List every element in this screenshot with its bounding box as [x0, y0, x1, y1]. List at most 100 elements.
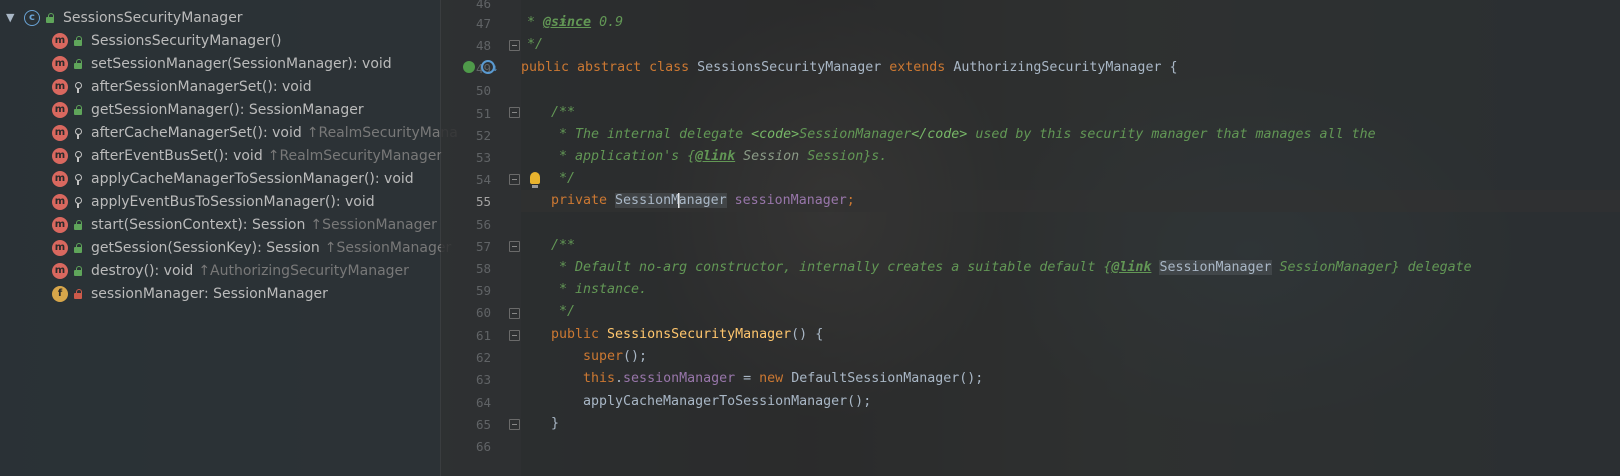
semicolon: ;: [846, 193, 855, 208]
fold-marker[interactable]: [509, 107, 520, 118]
member-signature: getSession(SessionKey): Session: [91, 239, 320, 256]
doc-comment: * The internal delegate: [551, 127, 752, 142]
method-icon: m: [52, 193, 68, 210]
keyword: this: [583, 371, 616, 386]
doc-comment: *: [527, 15, 544, 30]
code-line-59[interactable]: * instance.: [521, 279, 647, 301]
inherited-from-label: ↑AuthorizingSecurityManager: [198, 262, 409, 279]
code-line-48[interactable]: */: [521, 34, 543, 56]
superclass-name: AuthorizingSecurityManager {: [953, 60, 1178, 75]
code-punctuation: () {: [791, 327, 824, 342]
doc-comment: */: [551, 171, 576, 186]
public-icon: [73, 35, 83, 46]
type-name: anager: [678, 193, 727, 208]
structure-root-item[interactable]: ▼ c SessionsSecurityManager: [6, 6, 243, 29]
code-line-57[interactable]: /**: [521, 235, 575, 257]
code-line-55[interactable]: private SessionManager sessionManager;: [521, 190, 855, 212]
fold-marker[interactable]: [509, 308, 520, 319]
keyword: public: [551, 327, 608, 342]
implemented-method-icon[interactable]: [463, 61, 475, 73]
protected-key-icon: [73, 81, 83, 93]
navigate-down-icon[interactable]: ↓: [492, 63, 498, 74]
fold-marker[interactable]: [509, 330, 520, 341]
member-signature: applyCacheManagerToSessionManager(): voi…: [91, 170, 414, 187]
collapse-arrow-icon[interactable]: ▼: [6, 11, 20, 24]
line-number: 54: [475, 172, 491, 187]
method-icon: m: [52, 170, 68, 187]
code-line-49[interactable]: public abstract class SessionsSecurityMa…: [521, 57, 1177, 79]
protected-key-icon: [73, 173, 83, 185]
structure-root-label: SessionsSecurityManager: [63, 9, 243, 26]
method-call: applyCacheManagerToSessionManager();: [583, 394, 872, 409]
member-signature: start(SessionContext): Session: [91, 216, 306, 233]
fold-marker[interactable]: [509, 241, 520, 252]
public-icon: [73, 242, 83, 253]
doc-comment: Session}s.: [807, 149, 888, 164]
method-icon: m: [52, 124, 68, 141]
code-line-60[interactable]: */: [521, 301, 575, 323]
doc-link-tag: @link: [1111, 260, 1152, 275]
doc-link-tag: @link: [695, 149, 736, 164]
structure-member-item[interactable]: m getSession(SessionKey): Session ↑Session…: [52, 236, 451, 259]
fold-marker[interactable]: [509, 419, 520, 430]
line-number: 55: [475, 194, 491, 209]
line-number: 52: [475, 128, 491, 143]
member-signature: setSessionManager(SessionManager): void: [91, 55, 392, 72]
line-number: 65: [475, 417, 491, 432]
line-number: 48: [475, 38, 491, 53]
keyword: super: [583, 349, 624, 364]
structure-member-item[interactable]: m destroy(): void ↑AuthorizingSecurityMana…: [52, 259, 409, 282]
line-number: 64: [475, 395, 491, 410]
structure-member-item[interactable]: m applyEventBusToSessionManager(): void: [52, 190, 375, 213]
line-number: 46: [475, 0, 491, 11]
line-number: 58: [475, 261, 491, 276]
line-number: 53: [475, 150, 491, 165]
code-line-53[interactable]: * application's {@link Session Session}s…: [521, 146, 887, 168]
code-line-52[interactable]: * The internal delegate <code>SessionMan…: [521, 124, 1376, 146]
doc-comment: SessionManager: [799, 127, 912, 142]
code-line-54[interactable]: */: [521, 168, 575, 190]
code-line-62[interactable]: super();: [521, 346, 647, 368]
inherited-from-label: ↑SessionManager: [310, 216, 437, 233]
structure-member-item[interactable]: m start(SessionContext): Session ↑SessionM…: [52, 213, 437, 236]
fold-marker[interactable]: [509, 40, 520, 51]
doc-comment: */: [527, 37, 544, 52]
structure-member-item[interactable]: m afterCacheManagerSet(): void ↑RealmSecur…: [52, 121, 458, 144]
type-name: SessionM: [615, 193, 680, 208]
member-signature: getSessionManager(): SessionManager: [91, 101, 364, 118]
structure-member-item[interactable]: m afterEventBusSet(): void ↑RealmSecurityM…: [52, 144, 442, 167]
public-icon: [73, 58, 83, 69]
doc-html-tag: <code>: [751, 127, 800, 142]
code-line-65[interactable]: }: [521, 413, 559, 435]
structure-member-item[interactable]: f sessionManager: SessionManager: [52, 282, 328, 305]
member-signature: afterEventBusSet(): void: [91, 147, 263, 164]
code-line-51[interactable]: /**: [521, 102, 575, 124]
fold-marker[interactable]: [509, 174, 520, 185]
public-icon: [73, 265, 83, 276]
code-line-64[interactable]: applyCacheManagerToSessionManager();: [521, 391, 871, 413]
structure-panel: ▼ c SessionsSecurityManager m SessionsSec…: [0, 0, 458, 476]
structure-member-item[interactable]: m SessionsSecurityManager(): [52, 29, 282, 52]
code-line-58[interactable]: * Default no-arg constructor, internally…: [521, 257, 1472, 279]
doc-comment: */: [551, 304, 576, 319]
code-punctuation: =: [735, 371, 760, 386]
code-expression: DefaultSessionManager();: [791, 371, 984, 386]
structure-member-item[interactable]: m applyCacheManagerToSessionManager(): vo…: [52, 167, 414, 190]
keyword: public abstract class: [521, 60, 698, 75]
code-line-61[interactable]: public SessionsSecurityManager() {: [521, 324, 823, 346]
code-line-47[interactable]: * @since 0.9: [521, 12, 623, 34]
code-editor[interactable]: 46 47 48 49 50 51 52 53 54 55 56 57 58 59 60 61 62 63 64 65…: [441, 0, 1620, 476]
method-icon: m: [52, 55, 68, 72]
code-line-63[interactable]: this.sessionManager = new DefaultSession…: [521, 368, 983, 390]
method-icon: m: [52, 216, 68, 233]
field-name: sessionManager: [623, 371, 736, 386]
structure-member-item[interactable]: m getSessionManager(): SessionManager: [52, 98, 364, 121]
code-punctuation: ();: [623, 349, 648, 364]
member-signature: afterSessionManagerSet(): void: [91, 78, 312, 95]
method-icon: m: [52, 101, 68, 118]
structure-member-item[interactable]: m setSessionManager(SessionManager): void: [52, 52, 392, 75]
code-punctuation: }: [551, 416, 560, 431]
inherited-from-label: ↑RealmSecurityMana: [306, 124, 458, 141]
doc-comment: * Default no-arg constructor, internally…: [551, 260, 1112, 275]
structure-member-item[interactable]: m afterSessionManagerSet(): void: [52, 75, 312, 98]
